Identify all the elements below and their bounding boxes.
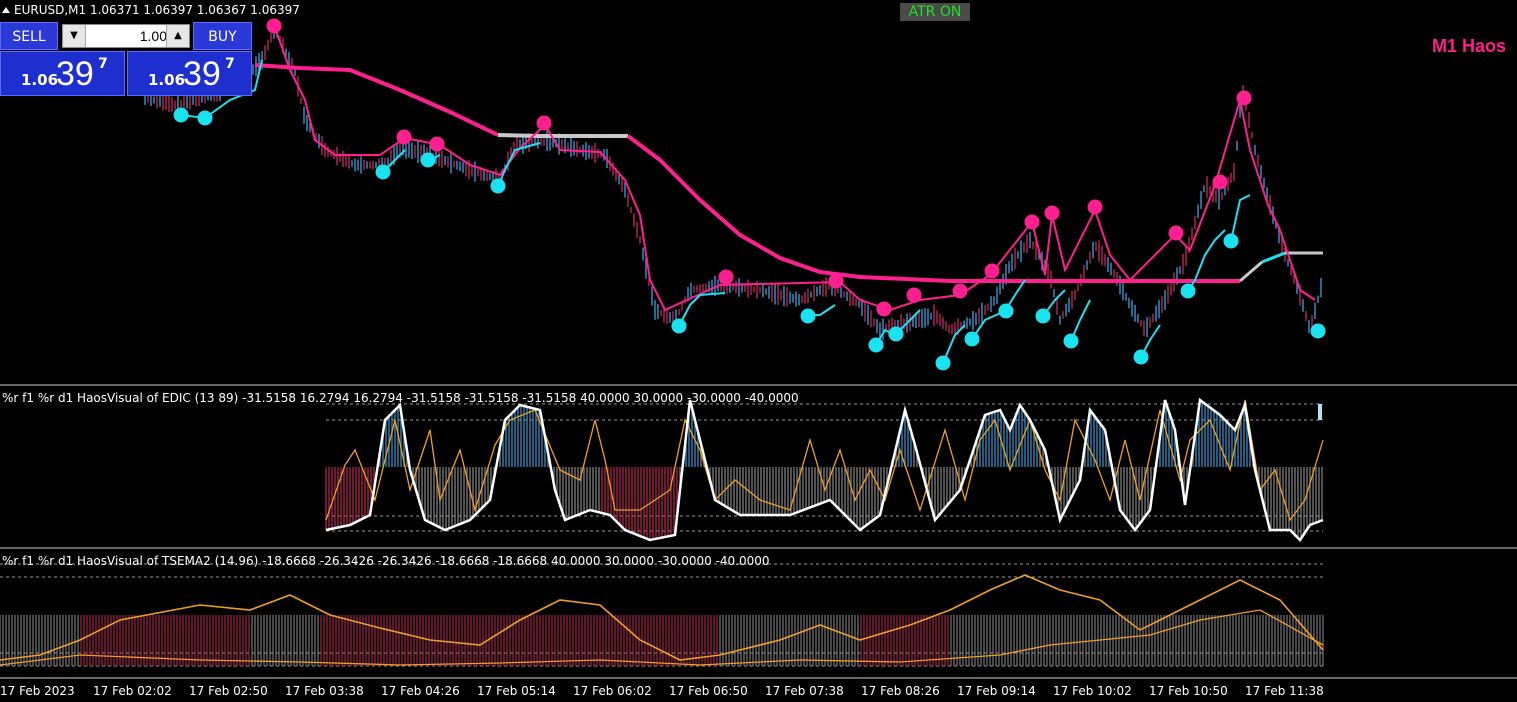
indicator-brand-title: M1 Haos xyxy=(1432,36,1507,56)
one-click-trading-panel: SELL ▼ ▲ BUY 1.06 39 7 1.06 39 7 xyxy=(0,22,252,96)
sell-price-pip: 7 xyxy=(98,56,108,72)
sell-signal-dot xyxy=(536,115,552,131)
sell-signal-dot xyxy=(952,283,968,299)
buy-signal-dot xyxy=(888,326,904,342)
slow-ma-line xyxy=(254,63,499,137)
time-axis-label: 17 Feb 04:26 xyxy=(381,684,460,698)
sell-signal-dot xyxy=(1236,90,1252,106)
sell-signal-dot xyxy=(876,301,892,317)
sell-price-button[interactable]: 1.06 39 7 xyxy=(0,51,125,96)
sell-signal-dot xyxy=(1024,214,1040,230)
buy-signal-dot xyxy=(375,164,391,180)
time-axis-label: 17 Feb 2023 xyxy=(0,684,75,698)
time-axis-label: 17 Feb 08:26 xyxy=(861,684,940,698)
edic-indicator-pane[interactable] xyxy=(325,397,1324,542)
time-axis-label: 17 Feb 05:14 xyxy=(477,684,556,698)
time-axis-label: 17 Feb 03:38 xyxy=(285,684,364,698)
buy-signal-dot xyxy=(935,355,951,371)
sell-signal-dot xyxy=(906,287,922,303)
time-axis-label: 17 Feb 09:14 xyxy=(957,684,1036,698)
buy-signal-dot xyxy=(1223,233,1239,249)
buy-signal-dot xyxy=(173,107,189,123)
buy-signal-dot xyxy=(964,331,980,347)
sell-signal-dot xyxy=(1087,199,1103,215)
buy-signal-dot xyxy=(197,110,213,126)
symbol-header: EURUSD,M1 1.06371 1.06397 1.06367 1.0639… xyxy=(2,3,300,17)
buy-signal-dot xyxy=(998,303,1014,319)
sell-signal-dot xyxy=(1212,174,1228,190)
buy-signal-dot xyxy=(800,308,816,324)
tsema2-indicator-pane[interactable] xyxy=(0,563,1324,667)
time-axis-label: 17 Feb 02:02 xyxy=(93,684,172,698)
slow-ma-line xyxy=(626,134,1240,283)
buy-signal-dot xyxy=(1310,323,1326,339)
slow-ma-flat-line xyxy=(1239,260,1263,283)
atr-status-badge[interactable]: ATR ON xyxy=(900,3,970,21)
lot-size-input[interactable] xyxy=(87,26,169,46)
sell-signal-dot xyxy=(828,273,844,289)
buy-signal-dot xyxy=(1133,349,1149,365)
buy-signal-dot xyxy=(1035,308,1051,324)
symbol-ohlc-text: EURUSD,M1 1.06371 1.06397 1.06367 1.0639… xyxy=(14,3,300,17)
sell-button[interactable]: SELL xyxy=(0,22,58,50)
buy-signal-dot xyxy=(420,152,436,168)
buy-signal-dot xyxy=(490,178,506,194)
buy-signal-dot xyxy=(1063,333,1079,349)
lot-decrease-icon[interactable]: ▼ xyxy=(63,25,86,47)
sell-signal-dot xyxy=(429,136,445,152)
buy-button[interactable]: BUY xyxy=(193,22,252,50)
time-axis-label: 17 Feb 07:38 xyxy=(765,684,844,698)
collapse-triangle-icon[interactable] xyxy=(2,7,10,13)
slow-ma-rising-line xyxy=(1261,251,1286,264)
buy-signal-dot xyxy=(868,337,884,353)
time-axis-label: 17 Feb 11:38 xyxy=(1245,684,1324,698)
lot-increase-icon[interactable]: ▲ xyxy=(166,25,189,47)
chart-canvas[interactable] xyxy=(0,0,1517,702)
sell-price-big: 39 xyxy=(56,55,94,93)
trailing-stop-pink-line xyxy=(274,27,1316,312)
time-axis-label: 17 Feb 10:50 xyxy=(1149,684,1228,698)
buy-price-prefix: 1.06 xyxy=(148,71,186,89)
level-marker xyxy=(1318,404,1322,420)
buy-price-big: 39 xyxy=(183,55,221,93)
sell-signal-dot xyxy=(984,263,1000,279)
time-axis-label: 17 Feb 06:02 xyxy=(573,684,652,698)
buy-signal-dot xyxy=(671,318,687,334)
trailing-stop-cyan-line xyxy=(971,279,1026,340)
sell-signal-dot xyxy=(266,18,282,34)
sell-signal-dot xyxy=(396,129,412,145)
sell-signal-dot xyxy=(1168,225,1184,241)
time-axis-label: 17 Feb 10:02 xyxy=(1053,684,1132,698)
price-pane[interactable] xyxy=(144,18,1326,371)
trailing-stop-cyan-line xyxy=(678,292,726,327)
edic-indicator-label: %r f1 %r d1 HaosVisual of EDIC (13 89) -… xyxy=(2,391,799,405)
sell-price-prefix: 1.06 xyxy=(21,71,59,89)
buy-signal-dot xyxy=(1180,283,1196,299)
sell-signal-dot xyxy=(718,269,734,285)
lot-size-stepper: ▼ ▲ xyxy=(62,24,190,48)
buy-price-pip: 7 xyxy=(225,56,235,72)
time-axis-label: 17 Feb 02:50 xyxy=(189,684,268,698)
time-axis-label: 17 Feb 06:50 xyxy=(669,684,748,698)
tsema2-indicator-label: %r f1 %r d1 HaosVisual of TSEMA2 (14.96)… xyxy=(2,554,770,568)
slow-ma-flat-line xyxy=(497,133,628,138)
sell-signal-dot xyxy=(1044,205,1060,221)
buy-price-button[interactable]: 1.06 39 7 xyxy=(127,51,252,96)
